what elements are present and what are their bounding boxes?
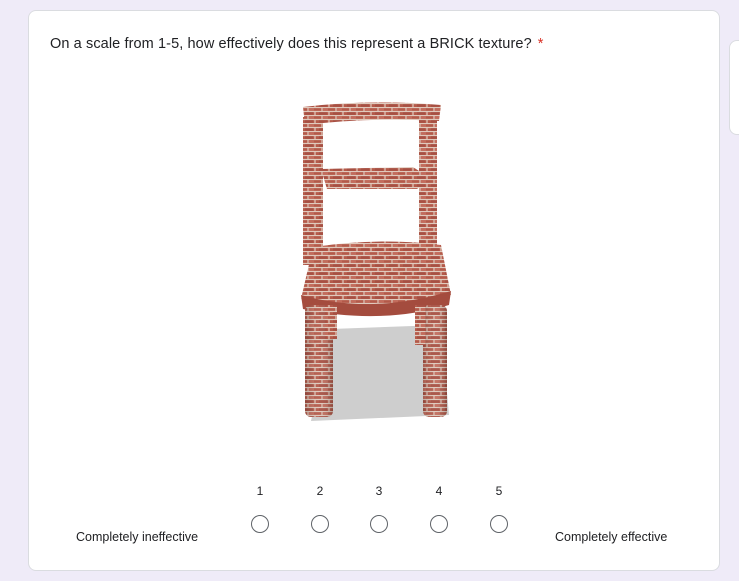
chair-back-post-left xyxy=(303,117,323,265)
scale-low-label: Completely ineffective xyxy=(76,530,199,544)
question-card: On a scale from 1-5, how effectively doe… xyxy=(28,10,720,571)
question-text: On a scale from 1-5, how effectively doe… xyxy=(50,36,532,52)
question-title: On a scale from 1-5, how effectively doe… xyxy=(50,36,543,52)
radio-option-4[interactable] xyxy=(430,515,448,533)
radio-option-5[interactable] xyxy=(490,515,508,533)
scale-label-4: 4 xyxy=(435,484,443,498)
scale-label-1: 1 xyxy=(256,484,264,498)
side-panel-edge xyxy=(729,40,739,135)
brick-chair-image xyxy=(301,102,451,421)
scale-label-2: 2 xyxy=(316,484,324,498)
required-asterisk: * xyxy=(537,36,544,52)
scale-label-3: 3 xyxy=(375,484,383,498)
chair-back-post-right xyxy=(419,117,437,265)
chair-leg-back-right xyxy=(415,305,425,345)
chair-middle-rail xyxy=(321,167,431,189)
scale-label-5: 5 xyxy=(495,484,503,498)
chair-leg-back-left xyxy=(325,305,337,339)
radio-option-3[interactable] xyxy=(370,515,388,533)
radio-option-1[interactable] xyxy=(251,515,269,533)
scale-high-label: Completely effective xyxy=(555,530,668,544)
radio-option-2[interactable] xyxy=(311,515,329,533)
